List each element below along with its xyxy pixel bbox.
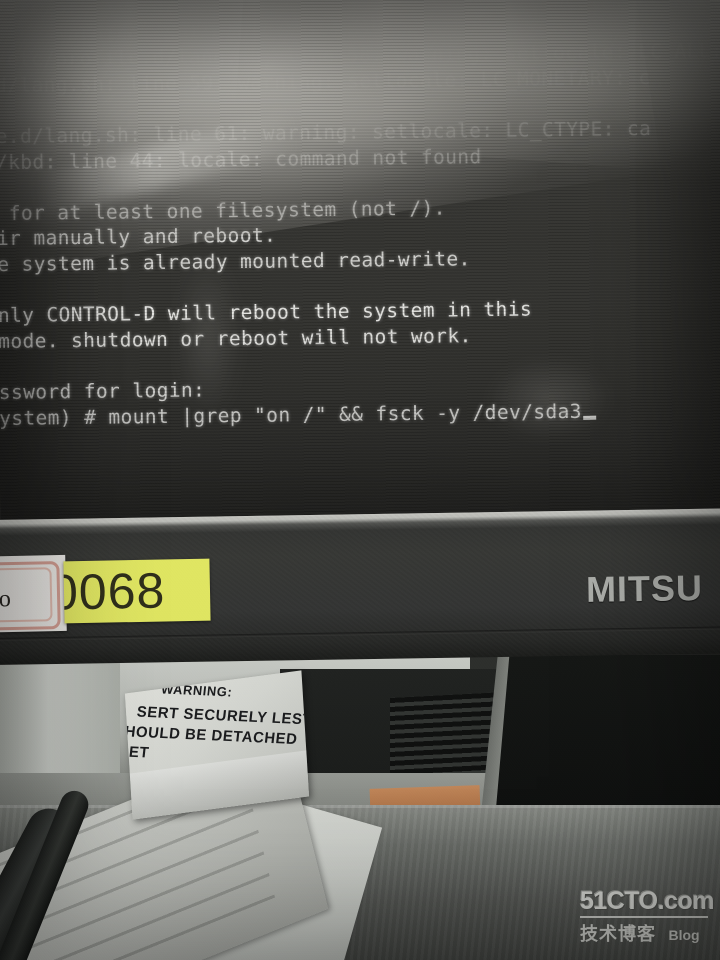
asset-tag-number: 0068 <box>63 562 166 621</box>
linux-console-output: /etc/profile.d/lang.sh: line 55: warning… <box>0 0 720 431</box>
watermark-domain: 51CTO.com <box>580 887 714 915</box>
handwritten-label-text: o|o <box>0 586 13 613</box>
photograph-of-monitor: WARNING: SERT SECURELY LEST HOULD BE DET… <box>0 0 720 960</box>
brand-wordmark: MITSU <box>585 567 704 610</box>
desk-edge-highlight <box>0 805 720 808</box>
watermark-blog-label: Blog <box>668 927 700 943</box>
monitor-screen: /etc/profile.d/lang.sh: line 55: warning… <box>0 0 720 530</box>
site-watermark: 51CTO.com 技术博客 Blog <box>580 887 714 946</box>
warning-sticker: WARNING: SERT SECURELY LEST HOULD BE DET… <box>124 670 310 820</box>
wall-panel <box>0 655 120 775</box>
terminal-cursor <box>582 415 596 420</box>
handwritten-label: o|o <box>0 554 67 634</box>
watermark-subtitle: 技术博客 <box>580 924 656 944</box>
asset-tag-sticker: 0068 <box>63 558 211 624</box>
watermark-rule <box>580 916 708 918</box>
